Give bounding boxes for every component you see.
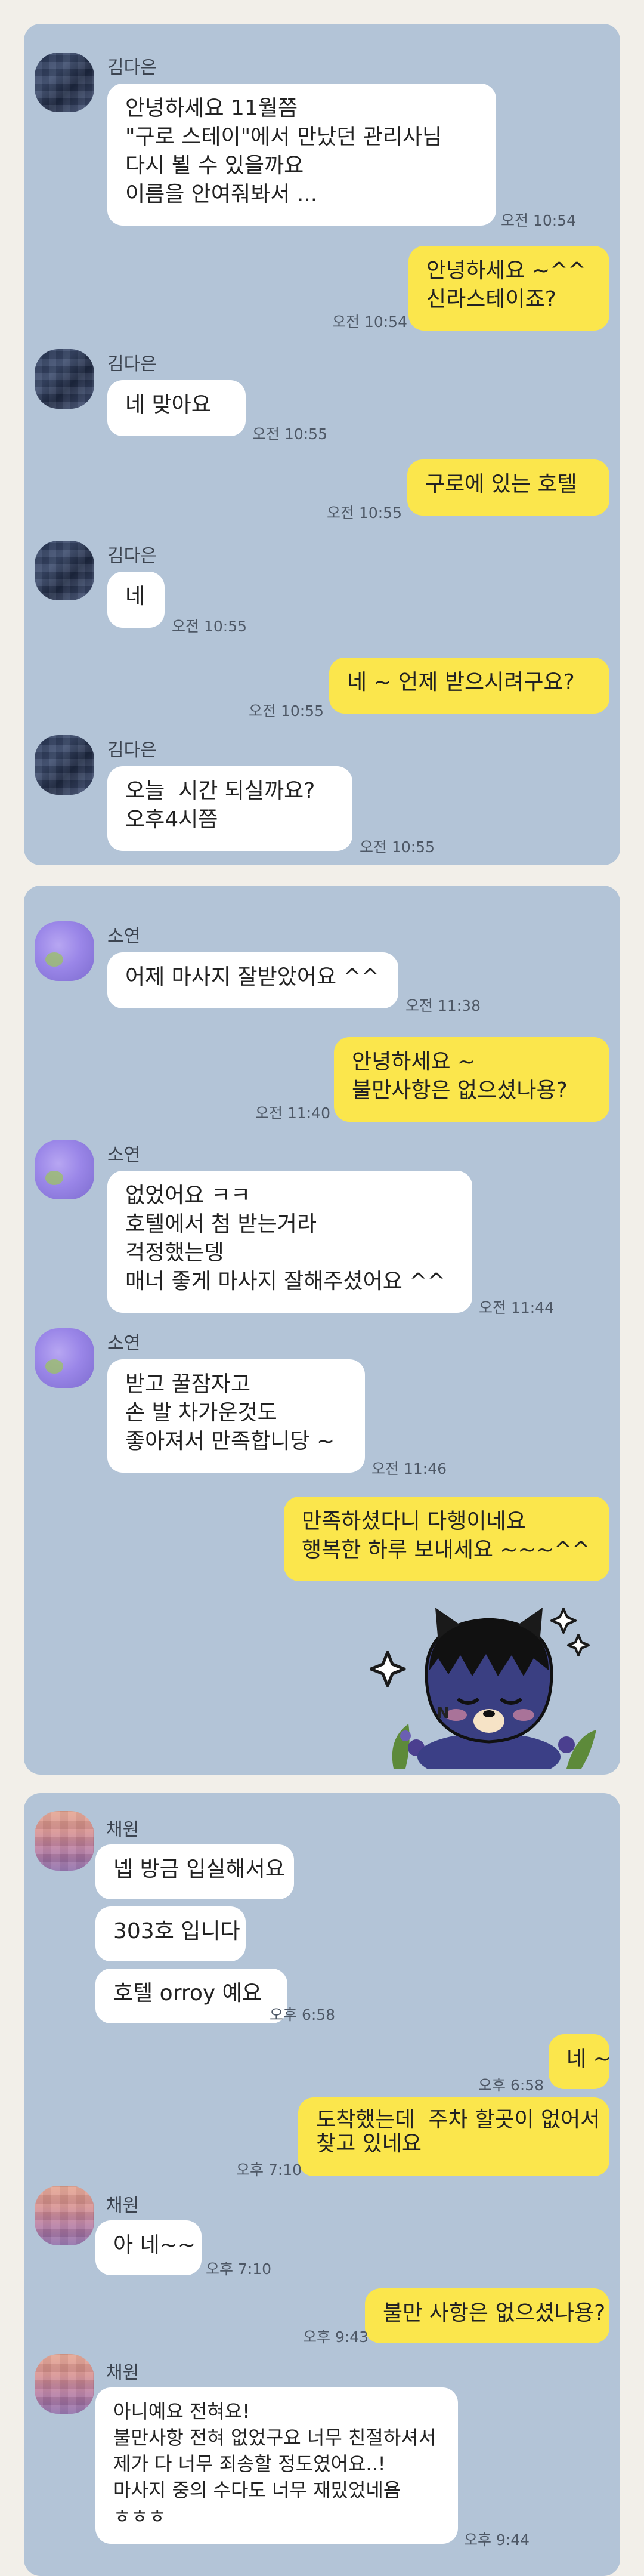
avatar[interactable]: [35, 349, 94, 409]
avatar[interactable]: [35, 1140, 94, 1199]
message-bubble[interactable]: 호텔 orroy 예요: [95, 1969, 287, 2023]
avatar[interactable]: [35, 1811, 94, 1871]
message-time: 오전 11:38: [405, 997, 481, 1014]
message-bubble[interactable]: 네 맞아요: [107, 380, 246, 436]
chat-panel-3: 채원 넵 방금 입실해서요 303호 입니다 호텔 orroy 예요 오후 6:…: [24, 1793, 620, 2576]
message-bubble[interactable]: 303호 입니다: [95, 1906, 246, 1961]
message-bubble[interactable]: 아니예요 전혀요! 불만사항 전혀 없었구요 너무 친절하셔서 제가 다 너무 …: [95, 2387, 458, 2544]
message-time: 오전 10:55: [172, 618, 247, 635]
message-time: 오전 10:55: [327, 504, 402, 522]
message-time: 오후 9:43: [303, 2328, 369, 2346]
avatar[interactable]: [35, 735, 94, 795]
svg-text:N: N: [436, 1704, 450, 1722]
message-bubble-mine[interactable]: 만족하셨다니 다행이네요 행복한 하루 보내세요 ~~~^^: [284, 1497, 609, 1581]
message-bubble-mine[interactable]: 네 ~: [549, 2034, 611, 2089]
message-bubble[interactable]: 안녕하세요 11월쯤 "구로 스테이"에서 만났던 관리사님 다시 뵐 수 있을…: [107, 84, 496, 226]
message-bubble[interactable]: 네: [107, 572, 165, 628]
sender-name: 소연: [107, 1333, 141, 1354]
avatar[interactable]: [35, 1328, 94, 1388]
chat-panel-1: 김다은 안녕하세요 11월쯤 "구로 스테이"에서 만났던 관리사님 다시 뵐 …: [24, 24, 620, 865]
avatar[interactable]: [35, 921, 94, 981]
message-bubble-mine[interactable]: 안녕하세요 ~ 불만사항은 없으셨나용?: [334, 1037, 609, 1122]
message-time: 오전 11:40: [255, 1105, 330, 1122]
avatar[interactable]: [35, 2354, 94, 2414]
message-bubble[interactable]: 어제 마사지 잘받았어요 ^^: [107, 952, 398, 1008]
sender-name: 김다은: [107, 740, 157, 761]
message-bubble-mine[interactable]: 구로에 있는 호텔: [407, 459, 609, 516]
message-time: 오후 6:58: [270, 2006, 336, 2023]
message-time: 오후 6:58: [478, 2077, 544, 2094]
message-bubble[interactable]: 받고 꿀잠자고 손 발 차가운것도 좋아져서 만족합니당 ~: [107, 1359, 365, 1473]
message-time: 오전 10:54: [332, 313, 407, 331]
message-bubble[interactable]: 아 네~~: [95, 2220, 202, 2275]
sender-name: 채원: [106, 2362, 140, 2383]
avatar[interactable]: [35, 2186, 94, 2245]
sleepy-cat-sticker[interactable]: N: [369, 1596, 608, 1775]
message-time: 오전 10:55: [252, 425, 327, 443]
message-time: 오후 7:10: [236, 2161, 302, 2179]
sender-name: 김다은: [107, 57, 157, 78]
sender-name: 김다은: [107, 545, 157, 566]
sender-name: 김다은: [107, 354, 157, 375]
message-time: 오전 11:44: [479, 1299, 554, 1316]
sender-name: 채원: [106, 2195, 140, 2216]
message-bubble[interactable]: 넵 방금 입실해서요: [95, 1844, 294, 1899]
avatar[interactable]: [35, 53, 94, 112]
message-time: 오후 7:10: [206, 2260, 272, 2278]
chat-panel-2: 소연 어제 마사지 잘받았어요 ^^ 오전 11:38 안녕하세요 ~ 불만사항…: [24, 886, 620, 1775]
message-time: 오후 9:44: [464, 2531, 530, 2549]
message-bubble-mine[interactable]: 안녕하세요 ~^^ 신라스테이죠?: [408, 246, 609, 331]
avatar[interactable]: [35, 541, 94, 600]
message-time: 오전 10:55: [360, 838, 435, 856]
message-bubble[interactable]: 없었어요 ㅋㅋ 호텔에서 첨 받는거라 걱정했는뎅 매너 좋게 마사지 잘해주셨…: [107, 1171, 472, 1313]
message-time: 오전 11:46: [371, 1460, 447, 1477]
message-time: 오전 10:55: [249, 702, 324, 720]
sender-name: 소연: [107, 1144, 141, 1165]
message-bubble-mine[interactable]: 불만 사항은 없으셨나용?: [365, 2288, 609, 2343]
message-time: 오전 10:54: [501, 212, 576, 229]
message-bubble-mine[interactable]: 도착했는데 주차 할곳이 없어서 찾고 있네요: [298, 2097, 609, 2176]
sender-name: 소연: [107, 926, 141, 947]
message-bubble[interactable]: 오늘 시간 되실까요? 오후4시쯤: [107, 766, 352, 851]
sender-name: 채원: [106, 1819, 140, 1840]
message-bubble-mine[interactable]: 네 ~ 언제 받으시려구요?: [329, 658, 609, 714]
